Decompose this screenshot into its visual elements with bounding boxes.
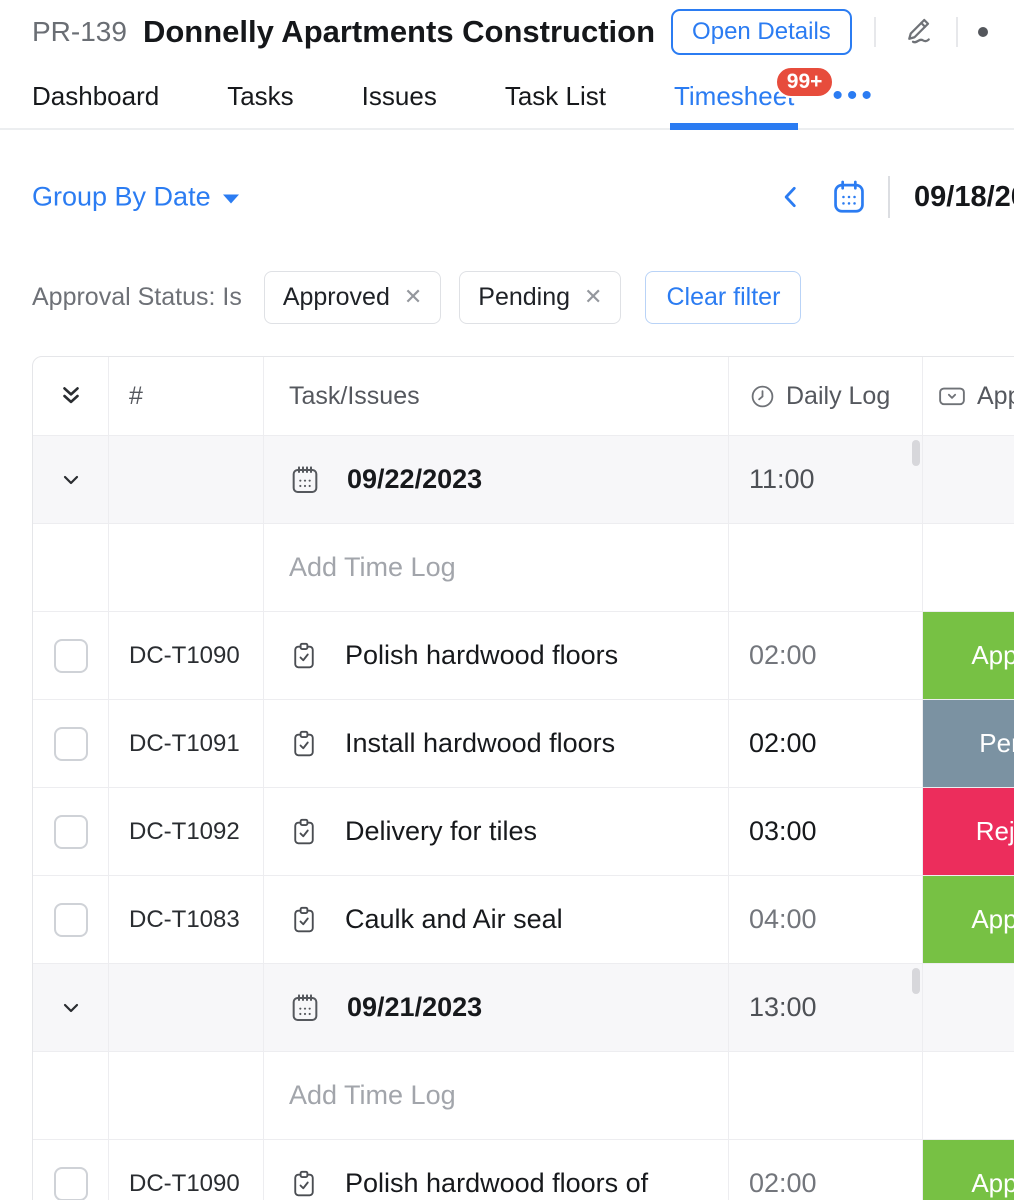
column-id-header[interactable]: # — [129, 382, 143, 411]
filter-bar: Approval Status: Is Approved✕ Pending✕ Cle… — [0, 268, 1014, 326]
tab-timesheet[interactable]: Timesheet99+ — [674, 64, 794, 128]
approval-stamp-icon — [937, 383, 967, 409]
row-checkbox[interactable] — [54, 727, 88, 761]
add-time-log-input[interactable]: Add Time Log — [289, 552, 456, 583]
task-icon — [289, 904, 319, 936]
task-id: DC-T1092 — [129, 818, 240, 846]
tab-tasks[interactable]: Tasks — [227, 64, 293, 128]
add-time-log-row: Add Time Log — [33, 524, 1014, 612]
column-task-header[interactable]: Task/Issues — [289, 382, 420, 411]
daily-total: 13:00 — [749, 992, 817, 1023]
table-header-row: # Task/Issues Daily Log Approval — [33, 357, 1014, 436]
approval-status-badge[interactable]: Approved — [923, 1140, 1014, 1200]
clock-icon — [749, 383, 776, 410]
logged-time[interactable]: 02:00 — [749, 728, 817, 759]
close-icon[interactable]: ✕ — [584, 284, 602, 310]
overflow-dot[interactable] — [978, 27, 988, 37]
header-divider — [874, 17, 876, 47]
pen-icon[interactable] — [898, 14, 934, 50]
table-body: 09/22/2023 11:00 Add Time Log DC-T1090 Polis… — [33, 436, 1014, 1200]
task-id: DC-T1091 — [129, 730, 240, 758]
collapse-all-icon[interactable] — [33, 357, 109, 435]
task-id: DC-T1090 — [129, 1170, 240, 1198]
clear-filter-button[interactable]: Clear filter — [645, 271, 801, 324]
close-icon[interactable]: ✕ — [404, 284, 422, 310]
group-by-label: Group By Date — [32, 182, 211, 213]
task-name[interactable]: Polish hardwood floors — [345, 640, 618, 671]
calendar-icon — [289, 463, 321, 497]
tab-issues[interactable]: Issues — [362, 64, 437, 128]
row-checkbox[interactable] — [54, 639, 88, 673]
tab-dashboard[interactable]: Dashboard — [32, 64, 159, 128]
group-date: 09/22/2023 — [347, 464, 482, 495]
table-row: DC-T1090 Polish hardwood floors 02:00 Appro… — [33, 612, 1014, 700]
project-header: PR-139 Donnelly Apartments Construction … — [0, 0, 1014, 64]
caret-down-icon — [223, 194, 239, 203]
task-id: DC-T1090 — [129, 642, 240, 670]
approval-status-badge[interactable]: Approved — [923, 876, 1014, 963]
task-icon — [289, 728, 319, 760]
header-divider — [956, 17, 958, 47]
logged-time[interactable]: 04:00 — [749, 904, 817, 935]
group-by-dropdown[interactable]: Group By Date — [32, 182, 239, 213]
date-divider — [888, 176, 890, 218]
chevron-down-icon[interactable] — [59, 996, 83, 1020]
table-row: DC-T1083 Caulk and Air seal 04:00 Approved — [33, 876, 1014, 964]
tab-task-list[interactable]: Task List — [505, 64, 606, 128]
daily-total: 11:00 — [749, 464, 815, 495]
column-approval-header[interactable]: Approval — [977, 382, 1014, 411]
group-row: 09/22/2023 11:00 — [33, 436, 1014, 524]
timesheet-toolbar: Group By Date — [0, 166, 1014, 228]
project-id: PR-139 — [32, 16, 127, 48]
date-range-start[interactable]: 09/18/2023 — [914, 181, 1014, 214]
column-daily-log-header[interactable]: Daily Log — [786, 382, 890, 411]
row-checkbox[interactable] — [54, 815, 88, 849]
approval-status-badge[interactable]: Approved — [923, 612, 1014, 699]
tabs-more-button[interactable]: ••• — [832, 79, 876, 113]
timesheet-page: PR-139 Donnelly Apartments Construction … — [0, 0, 1014, 1200]
timesheet-table: # Task/Issues Daily Log Approval — [32, 356, 1014, 1200]
add-time-log-input[interactable]: Add Time Log — [289, 1080, 456, 1111]
task-name[interactable]: Caulk and Air seal — [345, 904, 563, 935]
date-navigator: 09/18/2023 — [778, 166, 1014, 228]
table-row: DC-T1090 Polish hardwood floors of 02:00 Ap… — [33, 1140, 1014, 1200]
approval-status-badge[interactable]: Pending — [923, 700, 1014, 787]
row-checkbox[interactable] — [54, 903, 88, 937]
task-id: DC-T1083 — [129, 906, 240, 934]
chevron-down-icon[interactable] — [59, 468, 83, 492]
calendar-icon — [289, 991, 321, 1025]
task-name[interactable]: Delivery for tiles — [345, 816, 537, 847]
approval-status-badge[interactable]: Rejected — [923, 788, 1014, 875]
scrollbar-thumb[interactable] — [912, 440, 920, 466]
project-title: Donnelly Apartments Construction — [143, 14, 655, 50]
logged-time[interactable]: 03:00 — [749, 816, 817, 847]
task-name[interactable]: Polish hardwood floors of — [345, 1168, 648, 1199]
logged-time[interactable]: 02:00 — [749, 1168, 817, 1199]
calendar-icon[interactable] — [830, 177, 868, 217]
notification-badge: 99+ — [775, 66, 835, 98]
row-checkbox[interactable] — [54, 1167, 88, 1200]
logged-time[interactable]: 02:00 — [749, 640, 817, 671]
task-icon — [289, 1168, 319, 1200]
table-row: DC-T1091 Install hardwood floors 02:00 Pend… — [33, 700, 1014, 788]
module-tabs: Dashboard Tasks Issues Task List Timesheet99… — [0, 64, 1014, 130]
filter-chip-pending[interactable]: Pending✕ — [459, 271, 621, 324]
chevron-left-icon[interactable] — [778, 181, 804, 213]
task-icon — [289, 816, 319, 848]
task-name[interactable]: Install hardwood floors — [345, 728, 615, 759]
group-date: 09/21/2023 — [347, 992, 482, 1023]
add-time-log-row: Add Time Log — [33, 1052, 1014, 1140]
task-icon — [289, 640, 319, 672]
filter-criteria-label: Approval Status: Is — [32, 283, 242, 312]
filter-chip-approved[interactable]: Approved✕ — [264, 271, 441, 324]
scrollbar-thumb[interactable] — [912, 968, 920, 994]
group-row: 09/21/2023 13:00 — [33, 964, 1014, 1052]
open-details-button[interactable]: Open Details — [671, 9, 852, 55]
table-row: DC-T1092 Delivery for tiles 03:00 Rejected — [33, 788, 1014, 876]
